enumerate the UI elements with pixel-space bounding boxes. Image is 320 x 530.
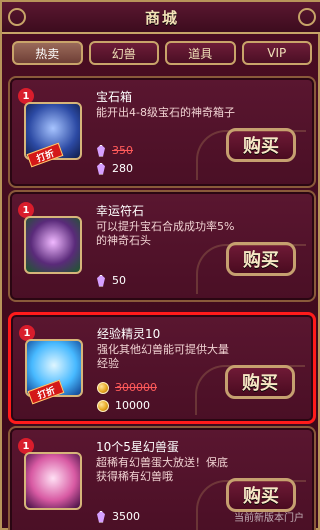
decor-corner-left — [8, 8, 26, 26]
item-description: 可以提升宝石合成成功率5%的神奇石头 — [96, 220, 235, 247]
item-description: 能开出4-8级宝石的神奇箱子 — [96, 106, 235, 119]
gem-icon — [97, 162, 105, 175]
old-price-row: 350 — [96, 144, 133, 157]
egg-thumbnail — [24, 452, 82, 510]
list-item-5star-eggs: 1 10个5星幻兽蛋 超稀有幻兽蛋大放送！保底获得稀有幻兽哦 3500 购买 当… — [8, 426, 316, 530]
decor-ornament — [195, 365, 305, 415]
old-price: 300000 — [115, 381, 157, 394]
tab-items[interactable]: 道具 — [165, 41, 236, 65]
tab-beasts[interactable]: 幻兽 — [88, 41, 159, 65]
item-name: 幸运符石 — [96, 204, 145, 218]
tabs-bar: 热卖 幻兽 道具 VIP — [12, 40, 312, 66]
coin-icon — [97, 381, 109, 394]
header-bar: 商城 — [2, 2, 320, 34]
tab-vip[interactable]: VIP — [241, 41, 312, 65]
price-row: 50 — [96, 274, 126, 287]
tab-hot-sale[interactable]: 热卖 — [12, 41, 83, 65]
price: 10000 — [115, 399, 150, 412]
list-item-exp-sprite: 1 打折 经验精灵10 强化其他幻兽能可提供大量经验 300000 10000 … — [8, 312, 316, 424]
item-name: 经验精灵10 — [97, 327, 161, 341]
price: 50 — [112, 274, 126, 287]
gem-icon — [97, 510, 105, 523]
list-item-lucky-stone: 1 幸运符石 可以提升宝石合成成功率5%的神奇石头 50 购买 — [8, 190, 316, 302]
page-title: 商城 — [144, 8, 179, 27]
decor-ornament — [196, 244, 306, 294]
decor-ornament — [196, 130, 306, 180]
price-row: 3500 — [96, 510, 140, 523]
price: 3500 — [112, 510, 140, 523]
decor-corner-right — [298, 8, 316, 26]
watermark-text: 当前新版本门户 — [234, 513, 304, 524]
item-name: 宝石箱 — [96, 90, 133, 104]
item-description: 超稀有幻兽蛋大放送！保底获得稀有幻兽哦 — [96, 456, 228, 483]
lucky-stone-thumbnail — [24, 216, 82, 274]
old-price: 350 — [112, 144, 133, 157]
list-item-gem-box: 1 打折 宝石箱 能开出4-8级宝石的神奇箱子 350 280 购买 — [8, 76, 316, 188]
price: 280 — [112, 162, 133, 175]
shop-window: 商城 热卖 幻兽 道具 VIP 1 打折 宝石箱 能开出4-8级宝石的神奇箱子 … — [0, 0, 320, 530]
old-price-row: 300000 — [97, 381, 157, 394]
price-row: 280 — [96, 162, 133, 175]
price-row: 10000 — [97, 399, 150, 412]
coin-icon — [97, 399, 109, 412]
gem-icon — [97, 144, 105, 157]
item-list: 1 打折 宝石箱 能开出4-8级宝石的神奇箱子 350 280 购买 1 幸运符… — [8, 76, 316, 530]
item-name: 10个5星幻兽蛋 — [96, 440, 179, 454]
gem-icon — [97, 274, 105, 287]
